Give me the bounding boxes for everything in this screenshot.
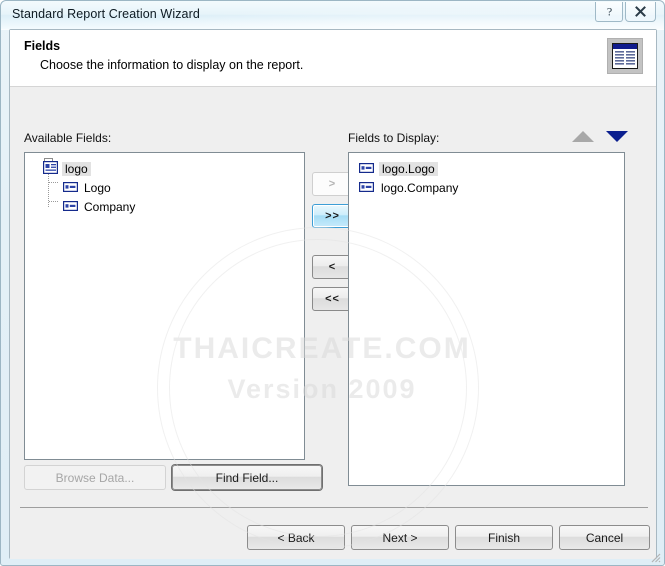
list-item-label: logo.Company [381,180,459,195]
move-up-arrow-icon[interactable] [572,131,594,142]
field-icon [358,181,375,195]
report-grid-icon [607,38,643,74]
page-subtitle: Choose the information to display on the… [40,58,304,72]
title-bar[interactable]: Standard Report Creation Wizard ? [1,1,664,30]
list-item[interactable]: logo.Logo [349,159,624,178]
browse-data-button[interactable]: Browse Data... [24,465,166,490]
remove-all-fields-button[interactable]: << [312,287,353,311]
dialog-content: Fields Choose the information to display… [9,29,657,559]
cancel-button[interactable]: Cancel [559,525,650,550]
table-icon [42,160,59,177]
display-list-container: logo.Logo logo.Company [349,153,624,197]
wizard-window: Standard Report Creation Wizard ? Fields… [0,0,665,566]
tree-root-container: logo Logo Company [25,153,304,216]
back-button[interactable]: < Back [247,525,345,550]
field-icon [62,200,79,214]
page-title: Fields [24,39,61,53]
tree-node-field[interactable]: Company [25,197,304,216]
list-item-label: logo.Logo [379,161,438,176]
tree-node-label: Logo [84,180,111,195]
resize-grip[interactable] [648,550,661,563]
footer-bar: < Back Next > Finish Cancel [10,508,656,559]
remove-field-button[interactable]: < [312,255,353,279]
add-all-fields-button[interactable]: >> [312,204,353,228]
finish-button[interactable]: Finish [455,525,553,550]
page-header: Fields Choose the information to display… [10,30,656,87]
close-button[interactable] [625,2,656,22]
svg-text:?: ? [606,5,611,18]
next-button[interactable]: Next > [351,525,449,550]
tree-node-label: logo [62,161,91,176]
fields-to-display-list[interactable]: logo.Logo logo.Company [348,152,625,486]
list-item[interactable]: logo.Company [349,178,624,197]
field-icon [358,162,375,176]
fields-body: THAICREATE.COM Version 2009 Available Fi… [10,87,656,549]
window-title: Standard Report Creation Wizard [12,7,200,21]
tree-node-field[interactable]: Logo [25,178,304,197]
find-field-button[interactable]: Find Field... [172,465,322,490]
available-fields-tree[interactable]: logo Logo Company [24,152,305,460]
add-field-button[interactable]: > [312,172,353,196]
close-x-icon [635,6,646,17]
available-fields-label: Available Fields: [24,131,112,145]
help-question-icon: ? [606,5,611,18]
tree-node-table[interactable]: logo [25,159,304,178]
tree-node-label: Company [84,199,136,214]
move-down-arrow-icon[interactable] [606,131,628,142]
field-icon [62,181,79,195]
help-button[interactable]: ? [595,2,623,22]
fields-to-display-label: Fields to Display: [348,131,440,145]
